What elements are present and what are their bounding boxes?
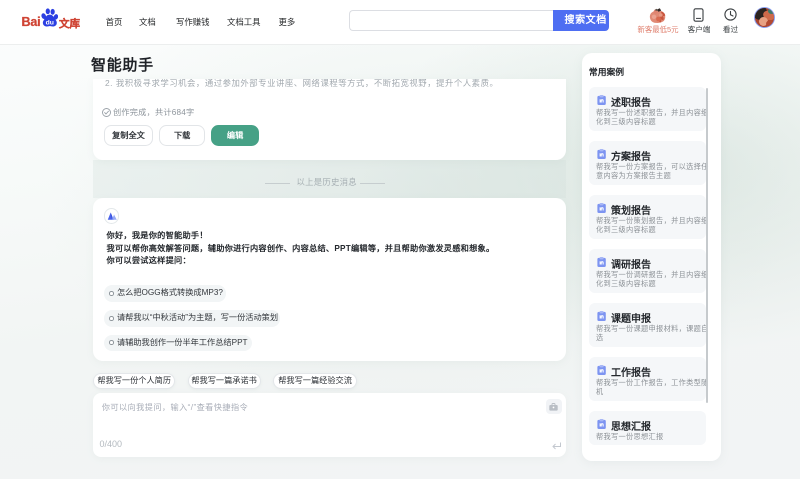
svg-text:du: du [46, 19, 54, 26]
